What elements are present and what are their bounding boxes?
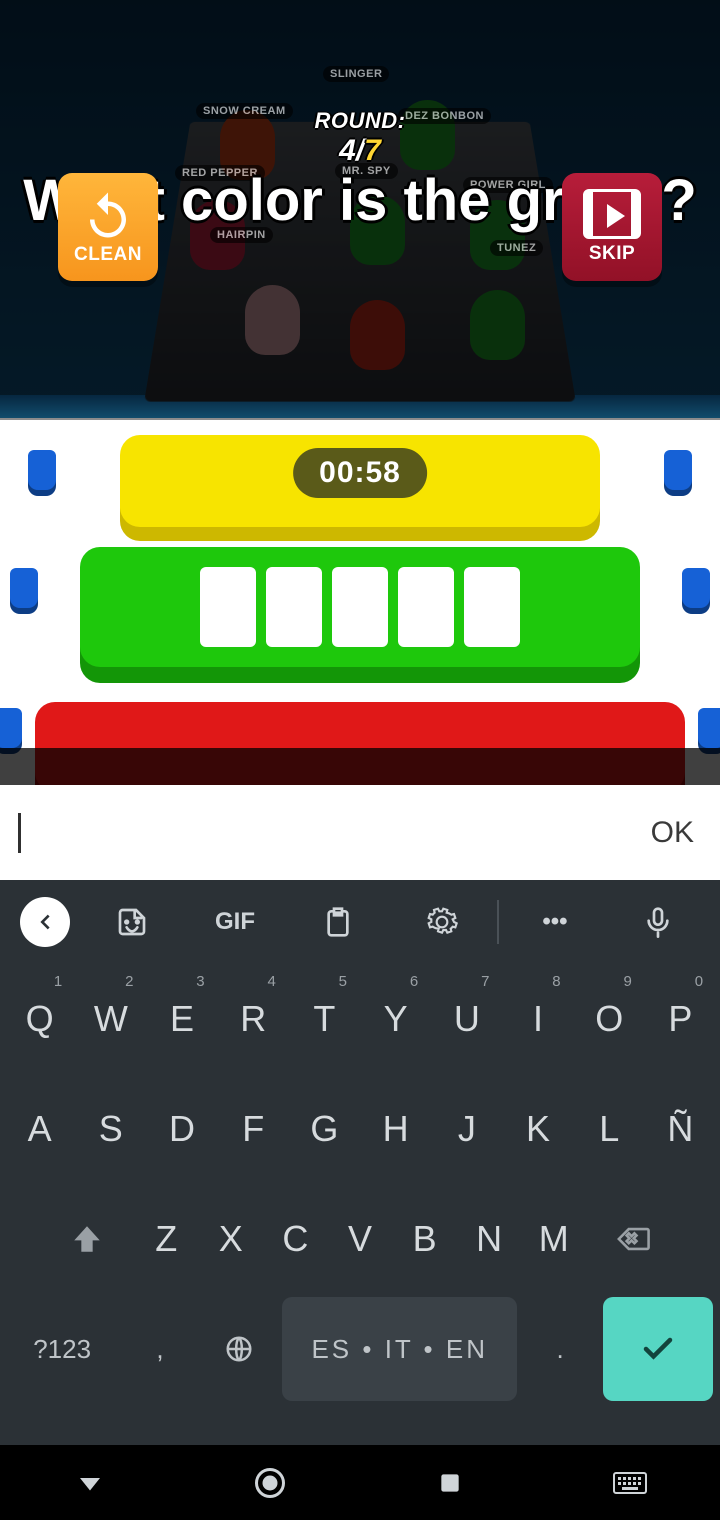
gif-button[interactable]: GIF [183,880,286,964]
nav-home[interactable] [248,1461,292,1505]
comma-label: , [156,1334,163,1365]
skip-label: SKIP [589,243,635,265]
sticker-icon [116,906,148,938]
key-row-2: ASDFGHJKLÑ [0,1074,720,1184]
toolbar-separator [497,900,499,944]
square-icon [437,1470,463,1496]
key-n[interactable]: N [460,1187,519,1291]
key-c[interactable]: C [266,1187,325,1291]
skip-button[interactable]: SKIP [562,173,662,281]
peg [28,450,56,490]
settings-button[interactable] [390,880,493,964]
key-d[interactable]: D [149,1077,214,1181]
ok-button[interactable]: OK [639,816,720,850]
game-area: SLINGER SNOW CREAM DEZ BONBON RED PEPPER… [0,0,720,785]
letter-slot [332,567,388,647]
keyboard-toolbar: GIF ••• [0,880,720,964]
key-k[interactable]: K [505,1077,570,1181]
key-g[interactable]: G [292,1077,357,1181]
symbols-key[interactable]: ?123 [7,1297,117,1401]
shift-icon [70,1222,104,1256]
chevron-left-icon [34,911,56,933]
triangle-down-icon [75,1468,105,1498]
key-o[interactable]: 9O [577,967,642,1071]
backspace-key[interactable] [589,1187,677,1291]
peg [10,568,38,608]
round-total: 7 [364,134,381,167]
key-u[interactable]: 7U [434,967,499,1071]
key-s[interactable]: S [78,1077,143,1181]
globe-icon [224,1334,254,1364]
nav-recent[interactable] [428,1461,472,1505]
check-icon [640,1331,676,1367]
space-key[interactable]: ES • IT • EN [282,1297,517,1401]
fade-strip [0,748,720,785]
key-r[interactable]: 4R [221,967,286,1071]
nav-back[interactable] [68,1461,112,1505]
letter-slot [200,567,256,647]
backspace-icon [616,1222,650,1256]
circle-icon [252,1465,288,1501]
enter-key[interactable] [603,1297,713,1401]
letter-slot [266,567,322,647]
mic-button[interactable] [607,880,710,964]
key-row-4: ?123 , ES • IT • EN . [0,1294,720,1404]
mic-icon [642,906,674,938]
peg [682,568,710,608]
key-p[interactable]: 0P [648,967,713,1071]
round-current: 4 [339,134,356,167]
film-icon [583,189,641,239]
letter-slot [464,567,520,647]
text-input-bar: OK [0,785,720,880]
android-nav-bar [0,1445,720,1520]
keyboard-collapse-button[interactable] [10,880,80,964]
clipboard-button[interactable] [287,880,390,964]
answer-slab-green[interactable] [80,547,640,667]
keyboard-icon [613,1471,647,1495]
key-x[interactable]: X [202,1187,261,1291]
round-label: ROUND: [0,108,720,134]
key-q[interactable]: 1Q [7,967,72,1071]
text-input[interactable] [21,785,639,880]
round-counter: 4/7 [0,134,720,168]
key-t[interactable]: 5T [292,967,357,1071]
key-row-1: 1Q2W3E4R5T6Y7U8I9O0P [0,964,720,1074]
key-i[interactable]: 8I [505,967,570,1071]
key-z[interactable]: Z [137,1187,196,1291]
key-a[interactable]: A [7,1077,72,1181]
key-m[interactable]: M [524,1187,583,1291]
key-w[interactable]: 2W [78,967,143,1071]
language-key[interactable] [203,1297,276,1401]
timer-pill: 00:58 [293,448,427,498]
key-ñ[interactable]: Ñ [648,1077,713,1181]
peg [0,708,22,748]
key-e[interactable]: 3E [149,967,214,1071]
key-f[interactable]: F [221,1077,286,1181]
period-key[interactable]: . [523,1297,596,1401]
emoji-key[interactable]: , [123,1297,196,1401]
player-tag: SLINGER [323,66,389,82]
clipboard-icon [322,906,354,938]
key-v[interactable]: V [331,1187,390,1291]
peg [664,450,692,490]
more-button[interactable]: ••• [503,880,606,964]
key-h[interactable]: H [363,1077,428,1181]
keyboard: GIF ••• 1Q2W3E4R5T6Y7U8I9O0P ASDFGHJKLÑ … [0,880,720,1445]
key-l[interactable]: L [577,1077,642,1181]
sticker-button[interactable] [80,880,183,964]
round-sep: / [356,134,364,167]
shift-key[interactable] [43,1187,131,1291]
key-j[interactable]: J [434,1077,499,1181]
peg [698,708,720,748]
nav-keyboard-switch[interactable] [608,1461,652,1505]
undo-icon [81,188,135,242]
letter-slot [398,567,454,647]
clean-button[interactable]: CLEAN [58,173,158,281]
key-b[interactable]: B [395,1187,454,1291]
gear-icon [426,906,458,938]
key-y[interactable]: 6Y [363,967,428,1071]
key-row-3: ZXCVBNM [0,1184,720,1294]
clean-label: CLEAN [74,244,142,266]
player-tag: TUNEZ [490,240,543,256]
